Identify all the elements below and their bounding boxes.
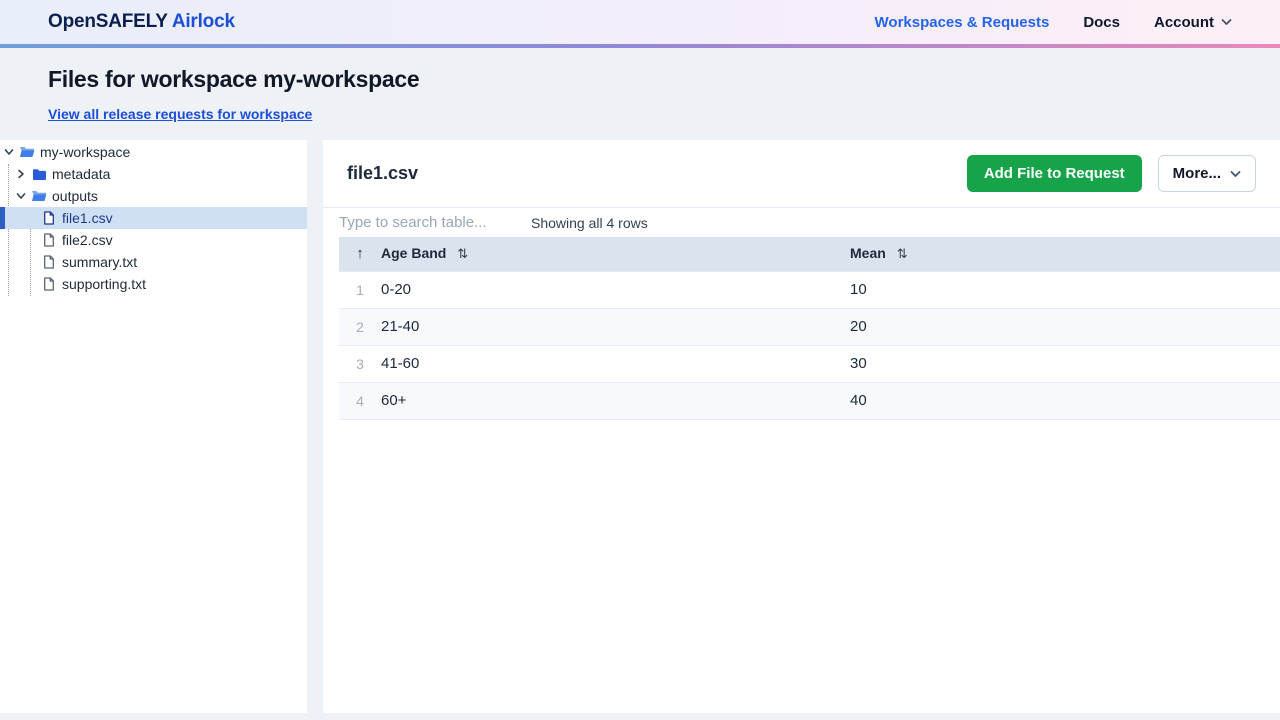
age-band-cell: 0-20: [381, 281, 412, 298]
nav-link-docs[interactable]: Docs: [1083, 14, 1120, 31]
tree-item-file1-csv[interactable]: file1.csv: [0, 207, 307, 229]
tree-item-label: my-workspace: [40, 144, 131, 160]
age-band-column-header[interactable]: Age Band ⇅: [381, 237, 850, 271]
view-release-requests-link[interactable]: View all release requests for workspace: [48, 106, 312, 122]
more-button-label: More...: [1172, 165, 1221, 182]
add-file-to-request-button[interactable]: Add File to Request: [966, 155, 1142, 192]
tree-item-file2-csv[interactable]: file2.csv: [0, 229, 307, 251]
brand-primary: OpenSAFELY: [48, 11, 168, 32]
age-band-cell: 60+: [381, 392, 407, 409]
page-title: Files for workspace my-workspace: [48, 66, 420, 92]
tree-item-label: file2.csv: [62, 232, 113, 248]
chevron-down-icon[interactable]: [3, 147, 15, 157]
mean-cell: 10: [850, 281, 867, 298]
page-header: Files for workspace my-workspace View al…: [0, 48, 1280, 140]
tree-item-outputs[interactable]: outputs: [0, 185, 307, 207]
mean-cell: 30: [850, 355, 867, 372]
mean-cell: 20: [850, 318, 867, 335]
row-number-cell: 3: [356, 355, 364, 372]
table-row: 3 41-60 30: [339, 345, 1280, 382]
file-tree-sidebar: my-workspace metadata outputs file1.csv …: [0, 140, 307, 713]
nav-links: Workspaces & Requests Docs Account: [875, 14, 1232, 31]
table-row: 2 21-40 20: [339, 308, 1280, 345]
sorted-ascending-icon: ↑: [356, 245, 364, 263]
account-label: Account: [1154, 13, 1214, 31]
more-button[interactable]: More...: [1157, 155, 1256, 192]
rows-status: Showing all 4 rows: [531, 214, 648, 231]
folder-closed-icon: [31, 168, 47, 181]
tree-item-label: file1.csv: [62, 210, 113, 226]
chevron-down-icon: [1221, 18, 1232, 26]
content-area: my-workspace metadata outputs file1.csv …: [0, 140, 1280, 713]
row-number-cell: 2: [356, 318, 364, 335]
table-row: 1 0-20 10: [339, 271, 1280, 308]
column-header-label: Mean: [850, 245, 886, 262]
tree-item-label: supporting.txt: [62, 276, 147, 292]
nav-link-workspaces-requests[interactable]: Workspaces & Requests: [875, 14, 1050, 31]
file-detail-header: file1.csv Add File to Request More...: [323, 140, 1280, 208]
mean-cell: 40: [850, 392, 867, 409]
tree-item-label: outputs: [52, 188, 98, 204]
chevron-down-icon: [1230, 170, 1241, 178]
age-band-cell: 21-40: [381, 318, 420, 335]
tree-item-my-workspace[interactable]: my-workspace: [0, 141, 307, 163]
folder-open-icon: [19, 145, 35, 159]
top-navbar: OpenSAFELY Airlock Workspaces & Requests…: [0, 0, 1280, 44]
tree-item-summary-txt[interactable]: summary.txt: [0, 251, 307, 273]
column-header-label: Age Band: [381, 245, 447, 262]
table-row: 4 60+ 40: [339, 382, 1280, 419]
folder-open-icon: [31, 189, 47, 203]
brand-secondary: Airlock: [171, 11, 235, 32]
file-detail-panel: file1.csv Add File to Request More... Sh…: [323, 140, 1280, 713]
tree-item-label: metadata: [52, 166, 111, 182]
age-band-cell: 41-60: [381, 355, 420, 372]
file-icon: [41, 255, 57, 269]
tree-item-metadata[interactable]: metadata: [0, 163, 307, 185]
sort-icon: ⇅: [896, 246, 908, 262]
table-header-row: ↑ Age Band ⇅ Mean ⇅: [339, 237, 1280, 271]
account-menu[interactable]: Account: [1154, 14, 1232, 31]
file-icon: [41, 233, 57, 247]
file-icon: [41, 277, 57, 291]
tree-item-label: summary.txt: [62, 254, 138, 270]
row-number-column-header[interactable]: ↑: [339, 237, 381, 271]
row-number-cell: 4: [356, 392, 364, 409]
table-toolbar: Showing all 4 rows: [323, 208, 1280, 237]
sort-icon: ⇅: [457, 246, 469, 262]
table-search-input[interactable]: [339, 214, 531, 231]
file-actions: Add File to Request More...: [966, 155, 1256, 192]
row-number-cell: 1: [356, 281, 364, 298]
mean-column-header[interactable]: Mean ⇅: [850, 237, 1280, 271]
chevron-down-icon[interactable]: [15, 191, 27, 201]
file-title: file1.csv: [347, 163, 419, 183]
file-icon: [41, 211, 57, 225]
tree-item-supporting-txt[interactable]: supporting.txt: [0, 273, 307, 295]
brand-logo[interactable]: OpenSAFELY Airlock: [48, 11, 235, 33]
chevron-right-icon[interactable]: [15, 169, 27, 179]
file-data-table: ↑ Age Band ⇅ Mean ⇅ 1 0-20 10 2 21-40 20…: [339, 237, 1280, 420]
